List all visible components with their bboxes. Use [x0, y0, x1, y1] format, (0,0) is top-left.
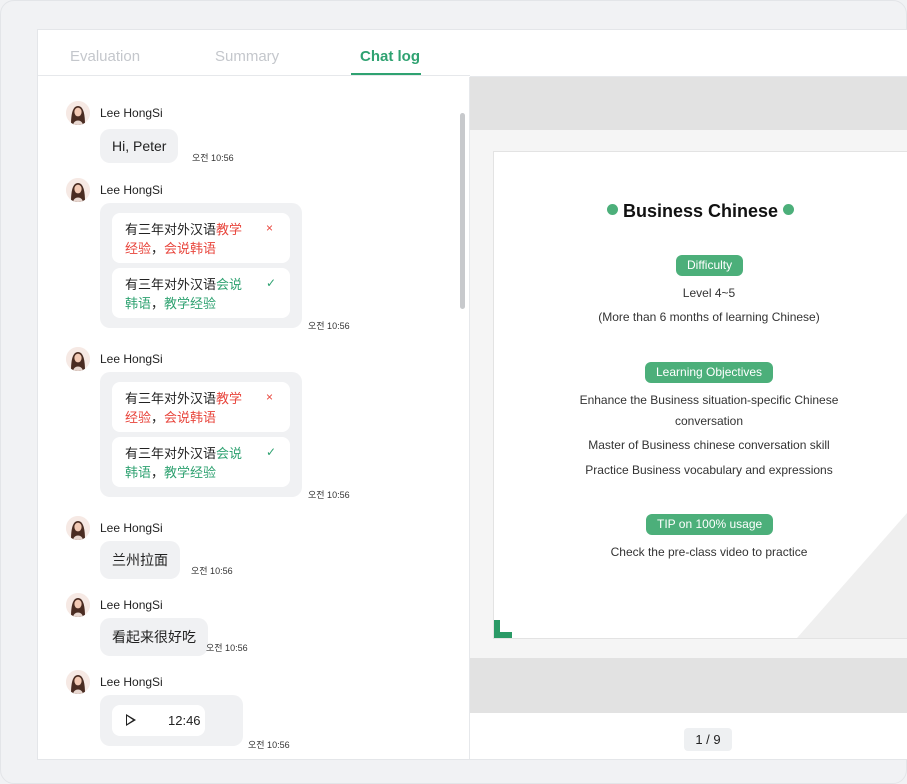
- sender-name: Lee HongSi: [100, 106, 163, 120]
- slide-title: Business Chinese: [494, 201, 907, 222]
- sender-name: Lee HongSi: [100, 352, 163, 366]
- correction-bubble: 有三年对外汉语教学经验，会说韩语 × 有三年对外汉语会说韩语，教学经验 ✓: [100, 372, 302, 497]
- tutor-avatar-icon: [66, 593, 90, 617]
- tutor-avatar-icon: [66, 101, 90, 125]
- avatar: [66, 670, 90, 694]
- message-time: 오전 10:56: [192, 153, 234, 163]
- slide-area: Business Chinese Difficulty Level 4~5 (M…: [470, 130, 907, 658]
- tip-line: Check the pre-class video to practice: [610, 545, 808, 559]
- correct-sentence-card: 有三年对外汉语会说韩语，教学经验 ✓: [112, 268, 290, 318]
- sender-name: Lee HongSi: [100, 521, 163, 535]
- wrong-x-icon: ×: [266, 390, 274, 404]
- chat-log-panel[interactable]: Lee HongSi Hi, Peter 오전 10:56 Lee HongSi…: [38, 77, 470, 759]
- message-time: 오전 10:56: [248, 740, 290, 750]
- corner-mark: [494, 620, 500, 638]
- correct-sentence-card: 有三年对外汉语会说韩语，教学经验 ✓: [112, 437, 290, 487]
- avatar: [66, 347, 90, 371]
- page-indicator: 1 / 9: [684, 728, 732, 751]
- tutor-avatar-icon: [66, 347, 90, 371]
- active-tab-indicator: [351, 73, 421, 75]
- audio-duration: 12:46: [168, 713, 201, 728]
- objective-line: conversation: [674, 414, 744, 428]
- bullet-dot-icon: [606, 204, 618, 215]
- difficulty-pill: Difficulty: [676, 255, 744, 276]
- tutor-avatar-icon: [66, 178, 90, 202]
- objective-line: Practice Business vocabulary and express…: [585, 463, 833, 477]
- slide-strip-top: [470, 77, 907, 130]
- wrong-sentence: 有三年对外汉语教学经验，会说韩语: [125, 391, 243, 425]
- play-icon[interactable]: [126, 714, 136, 726]
- sender-name: Lee HongSi: [100, 675, 163, 689]
- wrong-x-icon: ×: [266, 221, 274, 235]
- difficulty-line: (More than 6 months of learning Chinese): [598, 310, 820, 324]
- chat-scrollbar[interactable]: [460, 113, 465, 309]
- wrong-sentence-card: 有三年对外汉语教学经验，会说韩语 ×: [112, 382, 290, 432]
- wrong-sentence: 有三年对外汉语教学经验，会说韩语: [125, 222, 243, 256]
- avatar: [66, 101, 90, 125]
- slide-decoration: [797, 513, 907, 638]
- audio-bubble: 12:46: [100, 695, 243, 746]
- avatar: [66, 593, 90, 617]
- wrong-sentence-card: 有三年对外汉语教学经验，会说韩语 ×: [112, 213, 290, 263]
- objectives-pill: Learning Objectives: [645, 362, 774, 383]
- tab-summary[interactable]: Summary: [215, 48, 279, 65]
- correction-bubble: 有三年对外汉语教学经验，会说韩语 × 有三年对外汉语会说韩语，教学经验 ✓: [100, 203, 302, 328]
- sender-name: Lee HongSi: [100, 598, 163, 612]
- avatar: [66, 516, 90, 540]
- lesson-card: Evaluation Summary Chat log Lee HongSi H…: [37, 29, 907, 760]
- audio-player: 12:46: [112, 705, 205, 736]
- tip-pill: TIP on 100% usage: [646, 514, 774, 535]
- difficulty-line: Level 4~5: [682, 286, 736, 300]
- message-bubble: 看起来很好吃: [100, 618, 208, 656]
- avatar: [66, 178, 90, 202]
- message-bubble: 兰州拉面: [100, 541, 180, 579]
- bullet-dot-icon: [783, 204, 795, 215]
- tab-bar: Evaluation Summary Chat log: [38, 30, 470, 76]
- objective-line: Master of Business chinese conversation …: [588, 438, 830, 452]
- message-bubble: Hi, Peter: [100, 129, 179, 163]
- message-time: 오전 10:56: [206, 643, 248, 653]
- objective-line: Enhance the Business situation-specific …: [579, 393, 839, 407]
- message-time: 오전 10:56: [308, 490, 350, 500]
- tab-chat-log[interactable]: Chat log: [360, 48, 420, 65]
- correct-sentence: 有三年对外汉语会说韩语，教学经验: [125, 446, 243, 480]
- slide-page: Business Chinese Difficulty Level 4~5 (M…: [493, 151, 907, 639]
- sender-name: Lee HongSi: [100, 183, 163, 197]
- tutor-avatar-icon: [66, 516, 90, 540]
- slide-strip-bottom: [470, 658, 907, 713]
- tab-evaluation[interactable]: Evaluation: [70, 48, 140, 65]
- tutor-avatar-icon: [66, 670, 90, 694]
- slide-viewer: Business Chinese Difficulty Level 4~5 (M…: [470, 77, 907, 759]
- check-icon: ✓: [266, 445, 277, 459]
- check-icon: ✓: [266, 276, 277, 290]
- correct-sentence: 有三年对外汉语会说韩语，教学经验: [125, 277, 243, 311]
- message-time: 오전 10:56: [191, 566, 233, 576]
- message-time: 오전 10:56: [308, 321, 350, 331]
